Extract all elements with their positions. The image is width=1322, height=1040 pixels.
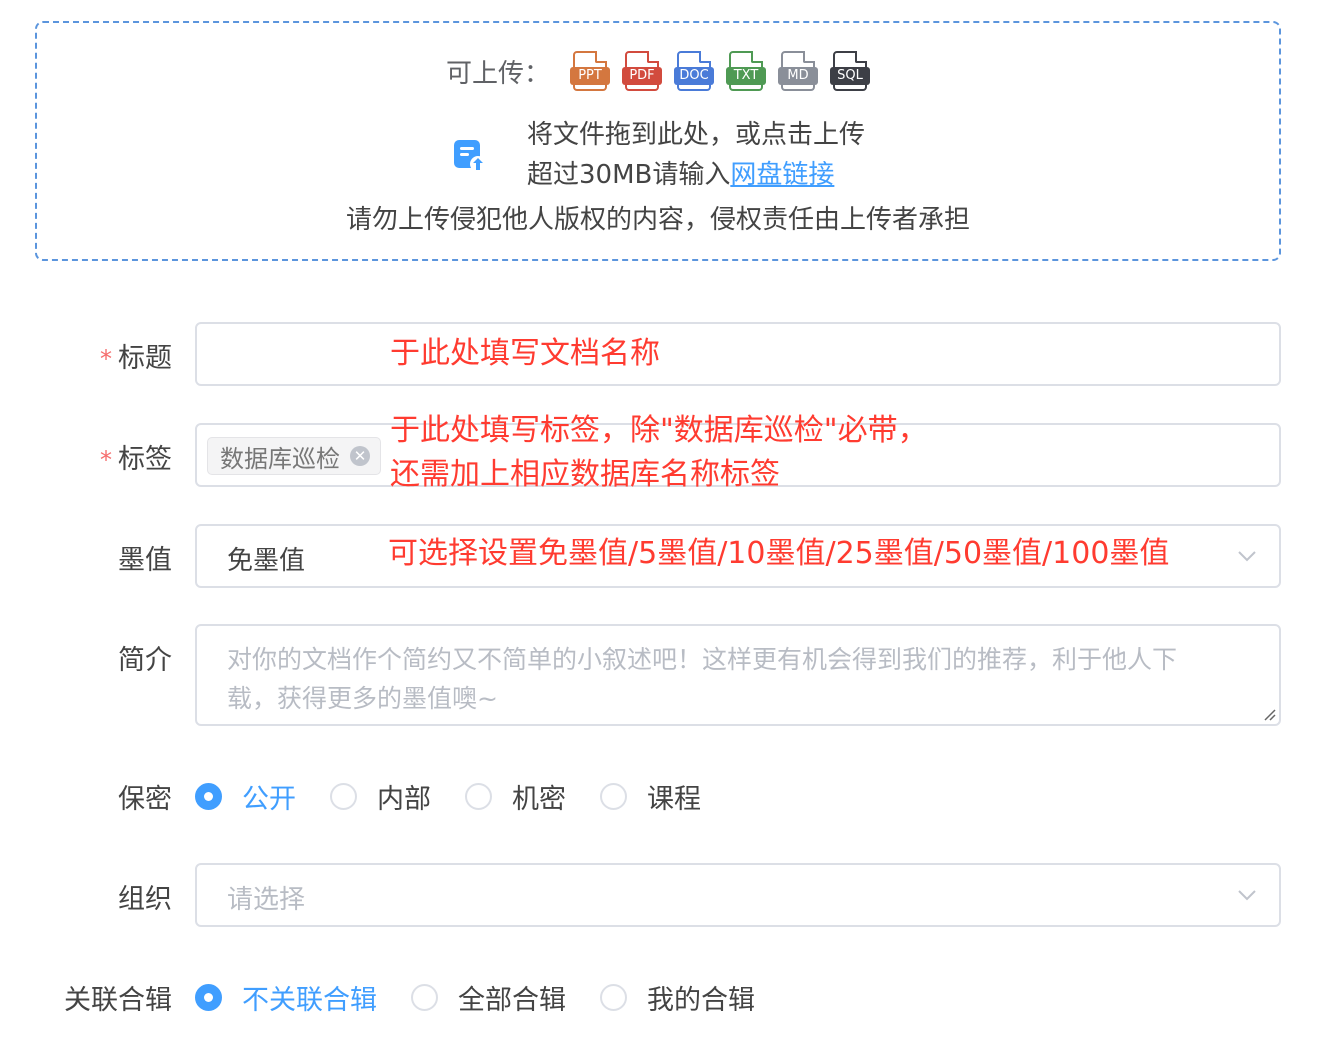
organization-row: 组织 请选择	[0, 863, 1322, 927]
radio-dot[interactable]	[600, 984, 627, 1011]
organization-select[interactable]: 请选择	[195, 863, 1281, 927]
copyright-notice: 请勿上传侵犯他人版权的内容，侵权责任由上传者承担	[345, 205, 970, 235]
netdisk-link[interactable]: 网盘链接	[730, 160, 834, 190]
upload-main: 将文件拖到此处，或点击上传 超过30MB请输入网盘链接	[37, 115, 1279, 195]
summary-placeholder: 对你的文档作个简约又不简单的小叙述吧！这样更有机会得到我们的推荐，利于他人下载，…	[227, 645, 1178, 713]
security-label: 保密	[118, 784, 172, 815]
collection-row: 关联合辑 不关联合辑 全部合辑 我的合辑	[0, 976, 1322, 1020]
collection-label: 关联合辑	[64, 985, 172, 1016]
types-label: 可上传：	[445, 58, 550, 89]
required-mark: *	[100, 345, 112, 373]
md-file-icon: MD	[778, 51, 818, 91]
upload-instructions: 将文件拖到此处，或点击上传 超过30MB请输入网盘链接	[527, 115, 865, 195]
doc-file-icon: DOC	[674, 51, 714, 91]
radio-all-collections[interactable]: 全部合辑	[411, 978, 566, 1017]
allowed-file-types: 可上传： PPT PDF DOC TXT MD SQL	[37, 51, 1279, 91]
radio-my-collections[interactable]: 我的合辑	[600, 978, 755, 1017]
security-radio-group: 公开 内部 机密 课程	[195, 777, 735, 816]
summary-label: 简介	[118, 645, 172, 676]
organization-placeholder: 请选择	[227, 885, 306, 915]
organization-label: 组织	[118, 884, 172, 915]
title-input[interactable]	[195, 322, 1281, 386]
radio-dot[interactable]	[600, 783, 627, 810]
radio-dot[interactable]	[195, 984, 222, 1011]
radio-dot[interactable]	[330, 783, 357, 810]
radio-dot[interactable]	[195, 783, 222, 810]
radio-course[interactable]: 课程	[600, 777, 701, 816]
tags-annotation-line2: 还需加上相应数据库名称标签	[390, 457, 780, 492]
collection-radio-group: 不关联合辑 全部合辑 我的合辑	[195, 978, 789, 1017]
radio-public[interactable]: 公开	[195, 777, 296, 816]
tags-label: * 标签	[100, 444, 172, 475]
resize-handle-icon[interactable]	[1262, 707, 1276, 721]
ppt-file-icon: PPT	[570, 51, 610, 91]
tag-chip: 数据库巡检 ✕	[207, 437, 381, 475]
radio-no-collection[interactable]: 不关联合辑	[195, 978, 377, 1017]
title-label: * 标题	[100, 343, 172, 374]
summary-row: 简介 对你的文档作个简约又不简单的小叙述吧！这样更有机会得到我们的推荐，利于他人…	[0, 624, 1322, 726]
radio-dot[interactable]	[411, 984, 438, 1011]
tags-row: * 标签 数据库巡检 ✕ 于此处填写标签，除"数据库巡检"必带， 还需加上相应数据…	[0, 413, 1322, 492]
pdf-file-icon: PDF	[622, 51, 662, 91]
size-text: 超过30MB请输入网盘链接	[526, 160, 835, 190]
drag-text: 将文件拖到此处，或点击上传	[526, 120, 865, 150]
sql-file-icon: SQL	[830, 51, 870, 91]
required-mark: *	[100, 446, 112, 474]
summary-textarea[interactable]: 对你的文档作个简约又不简单的小叙述吧！这样更有机会得到我们的推荐，利于他人下载，…	[195, 624, 1281, 726]
chevron-down-icon	[1238, 551, 1256, 562]
upload-doc-icon	[453, 140, 486, 172]
points-select-value: 免墨值	[227, 546, 306, 576]
title-annotation: 于此处填写文档名称	[390, 336, 660, 371]
points-row: 墨值 免墨值 可选择设置免墨值/5墨值/10墨值/25墨值/50墨值/100墨值	[0, 524, 1322, 588]
tag-chip-label: 数据库巡检	[220, 444, 340, 473]
radio-dot[interactable]	[465, 783, 492, 810]
security-row: 保密 公开 内部 机密 课程	[0, 775, 1322, 819]
points-annotation: 可选择设置免墨值/5墨值/10墨值/25墨值/50墨值/100墨值	[388, 536, 1170, 571]
radio-internal[interactable]: 内部	[330, 777, 431, 816]
close-icon[interactable]: ✕	[350, 446, 370, 466]
txt-file-icon: TXT	[726, 51, 766, 91]
upload-dropzone[interactable]: 可上传： PPT PDF DOC TXT MD SQL 将文件拖到此处，或点击上…	[35, 21, 1281, 261]
points-label: 墨值	[118, 545, 172, 576]
chevron-down-icon	[1238, 890, 1256, 901]
title-row: * 标题 于此处填写文档名称	[0, 322, 1322, 386]
radio-confidential[interactable]: 机密	[465, 777, 566, 816]
tags-annotation-line1: 于此处填写标签，除"数据库巡检"必带，	[390, 413, 928, 448]
